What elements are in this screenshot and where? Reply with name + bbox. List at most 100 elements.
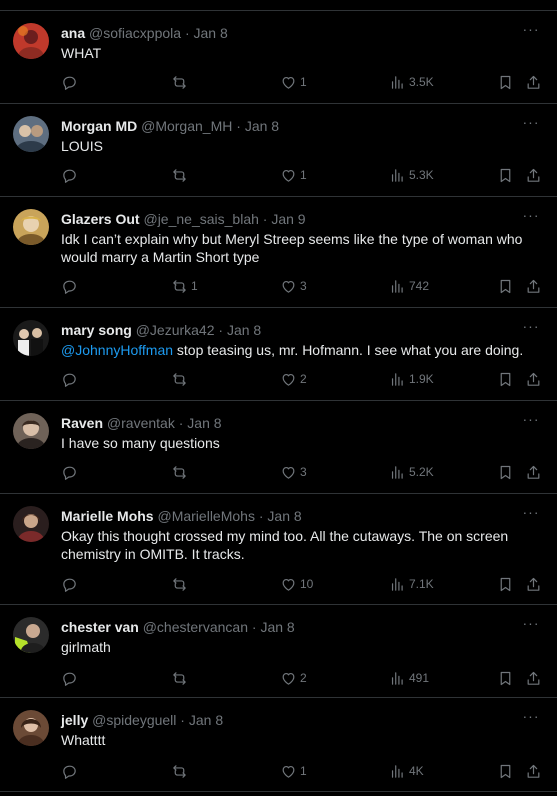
repost-button[interactable] [171,574,191,594]
views-button[interactable]: 1.9K [389,369,434,389]
tweet[interactable]: Raven @raventak · Jan 8 ··· I have so ma… [0,401,557,494]
tweet-date[interactable]: Jan 8 [194,25,228,41]
display-name[interactable]: Glazers Out [61,211,140,227]
tweet-date[interactable]: Jan 8 [187,415,221,431]
bookmark-button[interactable] [497,668,514,688]
views-button[interactable]: 5.3K [389,165,434,185]
like-button[interactable]: 3 [280,462,307,482]
display-name[interactable]: ana [61,25,85,41]
more-icon[interactable]: ··· [521,208,541,228]
more-icon[interactable]: ··· [521,22,541,42]
share-button[interactable] [525,72,542,92]
user-handle[interactable]: @Jezurka42 [136,322,215,338]
avatar[interactable] [13,116,49,152]
tweet[interactable]: jelly @spideyguell · Jan 8 ··· Whatttt 1… [0,698,557,792]
bookmark-button[interactable] [497,574,514,594]
share-button[interactable] [525,165,542,185]
reply-button[interactable] [61,761,81,781]
display-name[interactable]: jelly [61,712,88,728]
share-button[interactable] [525,668,542,688]
tweet[interactable]: mary song @Jezurka42 · Jan 8 ··· @Johnny… [0,308,557,401]
bookmark-button[interactable] [497,165,514,185]
avatar[interactable] [13,209,49,245]
reply-button[interactable] [61,462,81,482]
reply-button[interactable] [61,668,81,688]
tweet-date[interactable]: Jan 8 [245,118,279,134]
tweet[interactable]: chester van @chestervancan · Jan 8 ··· g… [0,605,557,698]
mention-link[interactable]: @JohnnyHoffman [61,342,173,358]
user-handle[interactable]: @je_ne_sais_blah [143,211,258,227]
user-handle[interactable]: @chestervancan [143,619,248,635]
avatar[interactable] [13,23,49,59]
like-button[interactable]: 10 [280,574,313,594]
tweet-date[interactable]: Jan 8 [227,322,261,338]
bookmark-button[interactable] [497,72,514,92]
tweet-date[interactable]: Jan 8 [267,508,301,524]
avatar[interactable] [13,413,49,449]
avatar[interactable] [13,710,49,746]
views-button[interactable]: 7.1K [389,574,434,594]
tweet[interactable]: Marielle Mohs @MarielleMohs · Jan 8 ··· … [0,494,557,605]
repost-button[interactable] [171,369,191,389]
user-handle[interactable]: @Morgan_MH [141,118,232,134]
like-button[interactable]: 2 [280,668,307,688]
share-button[interactable] [525,761,542,781]
like-button[interactable]: 3 [280,276,307,296]
repost-button[interactable]: 1 [171,276,198,296]
like-button[interactable]: 1 [280,165,307,185]
share-button[interactable] [525,276,542,296]
views-button[interactable]: 5.2K [389,462,434,482]
more-icon[interactable]: ··· [521,115,541,135]
avatar[interactable] [13,617,49,653]
reply-button[interactable] [61,165,81,185]
user-handle[interactable]: @MarielleMohs [157,508,254,524]
user-handle[interactable]: @spideyguell [92,712,176,728]
display-name[interactable]: Raven [61,415,103,431]
like-button[interactable]: 2 [280,369,307,389]
like-button[interactable]: 1 [280,761,307,781]
reply-button[interactable] [61,72,81,92]
views-button[interactable]: 4K [389,761,424,781]
user-handle[interactable]: @raventak [107,415,175,431]
separator-dot: · [236,118,241,134]
tweet[interactable]: Glazers Out @je_ne_sais_blah · Jan 9 ···… [0,197,557,308]
more-icon[interactable]: ··· [521,412,541,432]
display-name[interactable]: Marielle Mohs [61,508,154,524]
reply-button[interactable] [61,276,81,296]
repost-button[interactable] [171,165,191,185]
more-icon[interactable]: ··· [521,616,541,636]
repost-button[interactable] [171,761,191,781]
views-button[interactable]: 491 [389,668,429,688]
tweet-text-line: WHAT [61,45,102,61]
like-button[interactable]: 1 [280,72,307,92]
tweet-date[interactable]: Jan 8 [189,712,223,728]
repost-button[interactable] [171,462,191,482]
share-button[interactable] [525,462,542,482]
avatar[interactable] [13,506,49,542]
reply-button[interactable] [61,369,81,389]
more-icon[interactable]: ··· [521,505,541,525]
display-name[interactable]: chester van [61,619,139,635]
display-name[interactable]: mary song [61,322,132,338]
more-icon[interactable]: ··· [521,319,541,339]
repost-button[interactable] [171,668,191,688]
share-button[interactable] [525,574,542,594]
views-button[interactable]: 742 [389,276,429,296]
bookmark-button[interactable] [497,369,514,389]
repost-icon [173,168,186,182]
display-name[interactable]: Morgan MD [61,118,137,134]
avatar[interactable] [13,320,49,356]
bookmark-button[interactable] [497,276,514,296]
views-button[interactable]: 3.5K [389,72,434,92]
reply-button[interactable] [61,574,81,594]
tweet-date[interactable]: Jan 9 [271,211,305,227]
share-button[interactable] [525,369,542,389]
user-handle[interactable]: @sofiacxppola [89,25,181,41]
repost-button[interactable] [171,72,191,92]
bookmark-button[interactable] [497,761,514,781]
bookmark-button[interactable] [497,462,514,482]
more-icon[interactable]: ··· [521,709,541,729]
tweet-date[interactable]: Jan 8 [260,619,294,635]
tweet[interactable]: ana @sofiacxppola · Jan 8 ··· WHAT 1 3.5… [0,11,557,104]
tweet[interactable]: Morgan MD @Morgan_MH · Jan 8 ··· LOUIS 1… [0,104,557,197]
